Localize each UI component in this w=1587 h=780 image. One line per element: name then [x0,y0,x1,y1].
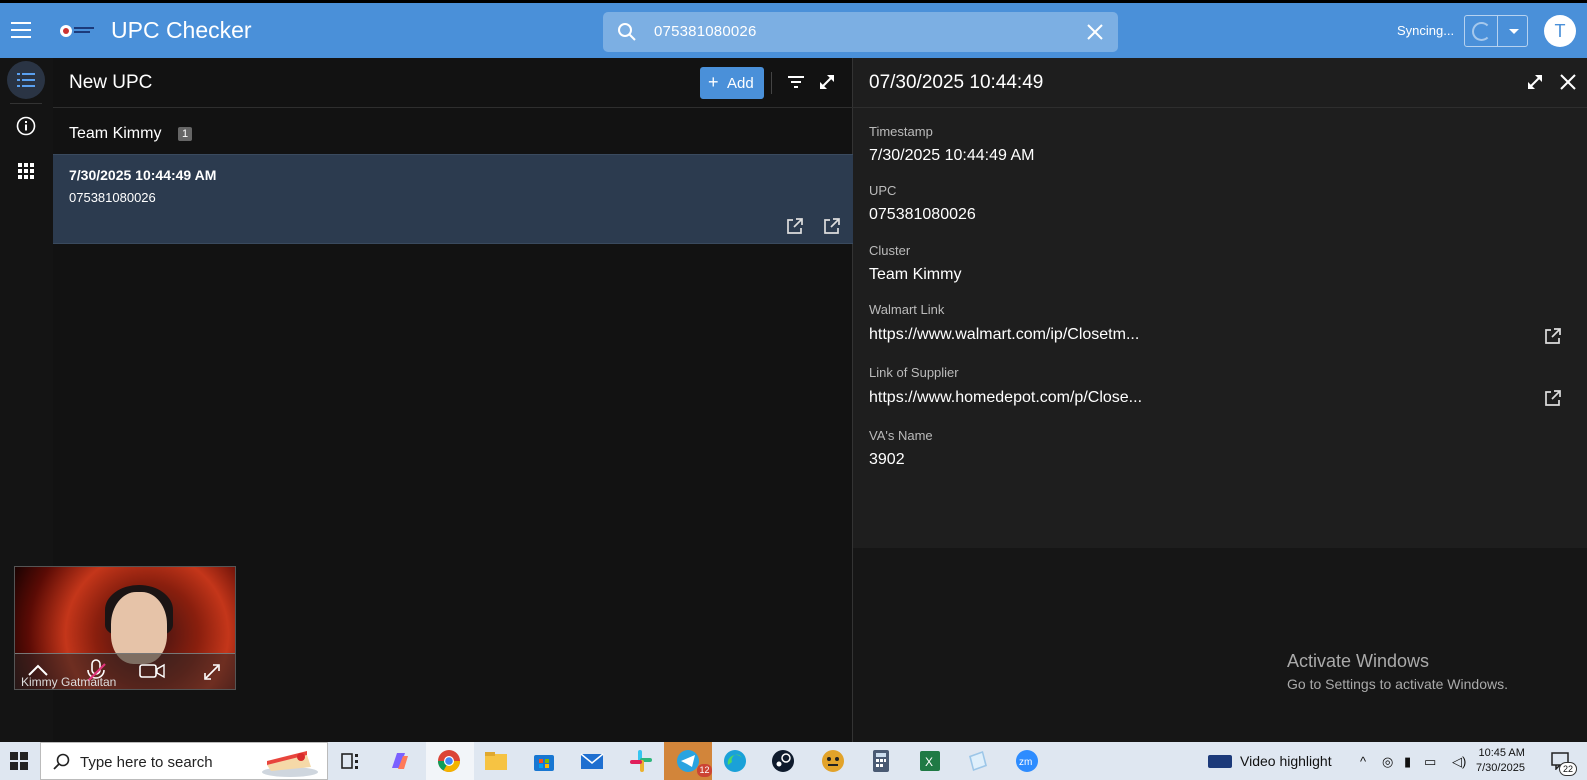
search-icon [53,753,70,770]
field-label-timestamp: Timestamp [869,124,933,139]
watermark-title: Activate Windows [1287,651,1430,671]
add-button-label: Add [727,75,754,92]
video-highlight-label[interactable]: Video highlight [1240,753,1332,769]
list-item-timestamp: 7/30/2025 10:44:49 AM [69,167,217,183]
copilot-icon[interactable] [386,748,412,774]
close-icon[interactable] [1086,23,1104,41]
mail-icon[interactable] [579,748,605,774]
network-icon[interactable]: ▭ [1424,754,1436,770]
microsoft-store-icon[interactable] [531,748,557,774]
nav-list[interactable] [7,61,45,99]
field-label-supplier-link: Link of Supplier [869,365,959,380]
open-link-icon[interactable] [1543,389,1562,408]
volume-icon[interactable]: ◁) [1452,754,1466,770]
nav-apps[interactable] [7,152,45,190]
open-link-icon[interactable] [822,217,841,236]
edge-icon[interactable] [722,748,748,774]
plus-icon: + [708,72,719,92]
list-item-upc: 075381080026 [69,190,156,205]
taskbar: Type here to search 12 X zm Video highli… [0,742,1587,780]
brand-logo [60,25,94,37]
filter-icon[interactable] [788,75,804,89]
menu-icon[interactable] [11,22,31,38]
sync-status: Syncing... [1397,23,1455,38]
expand-icon[interactable] [818,73,836,91]
sync-spinner-icon [1472,22,1491,41]
windows-start-icon[interactable] [10,752,28,770]
list-header: New UPC + Add [53,58,853,108]
camera-icon[interactable] [139,663,165,679]
field-value-walmart-link[interactable]: https://www.walmart.com/ip/Closetm... [869,326,1139,344]
taskbar-search[interactable]: Type here to search [40,742,328,780]
game-app-icon[interactable] [820,748,846,774]
field-label-cluster: Cluster [869,243,911,258]
list-item[interactable]: 7/30/2025 10:44:49 AM 075381080026 [53,154,853,244]
close-icon[interactable] [1560,74,1576,90]
open-link-icon[interactable] [1543,327,1562,346]
microphone-icon[interactable]: ▮ [1404,754,1411,770]
open-link-icon[interactable] [785,217,804,236]
activation-watermark: Activate Windows Go to Settings to activ… [1287,651,1508,692]
group-count-badge: 1 [178,127,193,141]
search-icon [618,23,636,41]
sync-button[interactable] [1464,15,1528,47]
clock-time: 10:45 AM [1478,747,1525,759]
app-title: UPC Checker [111,17,252,43]
nav-info[interactable] [7,107,45,145]
detail-title: 07/30/2025 10:44:49 [869,72,1044,93]
chrome-icon[interactable] [436,748,462,774]
field-label-upc: UPC [869,183,897,198]
field-value-upc: 075381080026 [869,206,976,223]
file-explorer-icon[interactable] [483,748,509,774]
taskbar-search-placeholder: Type here to search [80,754,213,771]
search-highlight-cake-icon [262,751,318,777]
field-value-timestamp: 7/30/2025 10:44:49 AM [869,147,1035,164]
mlb-logo-icon [1208,755,1232,768]
participant-name: Kimmy Gatmaitan [21,675,117,689]
task-view-icon[interactable] [338,748,364,774]
svg-text:X: X [925,755,933,769]
apps-grid-icon [18,163,34,179]
steam-icon[interactable] [770,748,796,774]
calculator-icon[interactable] [868,748,894,774]
chevron-up-icon[interactable]: ^ [1360,754,1366,769]
system-clock[interactable]: 10:45 AM 7/30/2025 [1476,746,1525,776]
field-value-supplier-link[interactable]: https://www.homedepot.com/p/Close... [869,389,1142,407]
clock-date: 7/30/2025 [1476,762,1525,774]
list-icon [17,73,35,87]
fullscreen-icon[interactable] [203,663,221,681]
telegram-badge: 12 [697,764,712,777]
headset-icon[interactable]: ◎ [1382,754,1393,770]
slack-icon[interactable] [628,748,654,774]
search-value: 075381080026 [654,23,757,40]
add-button[interactable]: + Add [700,67,764,99]
notes-app-icon[interactable] [965,748,991,774]
watermark-subtitle: Go to Settings to activate Windows. [1287,676,1508,692]
video-call-tile[interactable]: Kimmy Gatmaitan [14,566,236,690]
group-name[interactable]: Team Kimmy [69,125,161,143]
svg-text:zm: zm [1019,757,1032,768]
excel-icon[interactable]: X [917,748,943,774]
detail-pane: 07/30/2025 10:44:49 Timestamp 7/30/2025 … [853,58,1587,742]
field-label-walmart-link: Walmart Link [869,302,945,317]
field-value-cluster: Team Kimmy [869,266,962,283]
app-header: UPC Checker 075381080026 Syncing... T [0,3,1587,58]
avatar[interactable]: T [1544,15,1576,47]
expand-icon[interactable] [1526,73,1544,91]
chevron-down-icon[interactable] [1509,29,1519,34]
field-value-va-name: 3902 [869,451,905,468]
notification-count-badge: 22 [1559,762,1577,776]
info-icon [16,116,36,136]
search-input[interactable]: 075381080026 [603,12,1118,52]
detail-header: 07/30/2025 10:44:49 [853,58,1587,108]
zoom-icon[interactable]: zm [1014,748,1040,774]
field-label-va-name: VA's Name [869,428,933,443]
list-title: New UPC [69,72,153,93]
